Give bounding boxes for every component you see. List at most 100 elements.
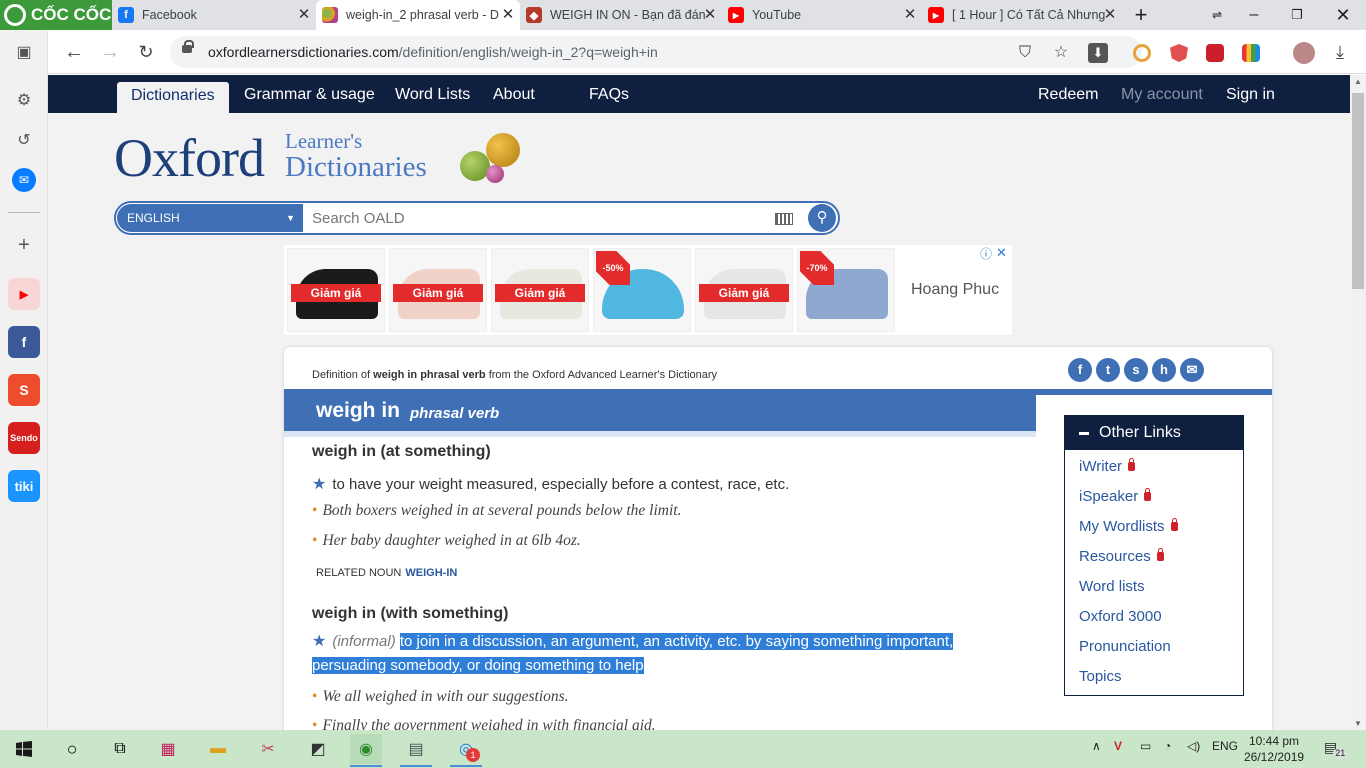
battery-icon[interactable]: ▭	[1140, 739, 1151, 753]
sticky-notes-icon[interactable]: ◩	[302, 734, 334, 764]
file-explorer-icon[interactable]: ▬	[202, 734, 234, 764]
facebook-share-icon[interactable]: f	[1068, 358, 1092, 382]
system-clock[interactable]: 10:44 pm 26/12/2019	[1244, 733, 1304, 765]
nav-faqs[interactable]: FAQs	[589, 75, 629, 113]
coccoc-extension-icon[interactable]	[1133, 44, 1151, 62]
ad-info-icon[interactable]: ⓘ	[980, 245, 992, 262]
other-links-header[interactable]: Other Links	[1065, 416, 1243, 450]
ad-product-card[interactable]: -50%	[593, 248, 691, 332]
ad-product-card[interactable]: Giảm giá	[491, 248, 589, 332]
ad-brand-name[interactable]: Hoang Phuc	[911, 281, 999, 299]
tab-youtube[interactable]: ▶ YouTube ✕	[722, 0, 922, 30]
wifi-icon[interactable]: ◔	[1164, 739, 1171, 753]
messenger-icon[interactable]: ✉	[12, 168, 36, 192]
minimize-button[interactable]: –	[1240, 4, 1268, 26]
ad-product-card[interactable]: Giảm giá	[287, 248, 385, 332]
link-resources[interactable]: Resources	[1079, 548, 1164, 565]
task-view-icon[interactable]: ⧉	[104, 734, 136, 764]
sense-shortcut: weigh in (at something)	[312, 443, 491, 460]
zalo-taskbar-icon[interactable]: ◎ 1	[450, 734, 482, 767]
advertisement-banner[interactable]: Giảm giá Giảm giá Giảm giá -50% Giảm giá…	[284, 245, 1012, 335]
youtube-app-icon[interactable]: ▶	[8, 278, 40, 310]
keyboard-icon[interactable]	[775, 213, 793, 225]
oxford-logo[interactable]: Oxford Learner's Dictionaries	[114, 125, 554, 195]
scrollbar-thumb[interactable]	[1352, 93, 1364, 289]
forward-arrow-icon[interactable]: →	[98, 40, 122, 64]
close-tab-icon[interactable]: ✕	[1102, 7, 1118, 23]
page-scrollbar[interactable]: ▲ ▼	[1350, 75, 1366, 730]
link-topics[interactable]: Topics	[1079, 668, 1122, 685]
action-center-icon[interactable]: ▤21	[1324, 739, 1351, 758]
tiki-app-icon[interactable]: tiki	[8, 470, 40, 502]
ad-product-card[interactable]: Giảm giá	[695, 248, 793, 332]
nav-dictionaries[interactable]: Dictionaries	[117, 82, 229, 113]
coccoc-menu-button[interactable]: CỐC CỐC	[0, 0, 112, 30]
ad-close-icon[interactable]: ✕	[996, 245, 1007, 261]
tab-weigh-in-on[interactable]: ◆ WEIGH IN ON - Bạn đã đán ✕	[520, 0, 722, 30]
chevron-up-icon[interactable]: ∧	[1092, 739, 1101, 753]
link-word-lists[interactable]: Word lists	[1079, 578, 1145, 595]
link-oxford-3000[interactable]: Oxford 3000	[1079, 608, 1162, 625]
tab-title: Facebook	[142, 8, 197, 22]
ad-product-card[interactable]: Giảm giá	[389, 248, 487, 332]
related-noun-link[interactable]: weigh-in	[405, 567, 457, 579]
email-share-icon[interactable]: ✉	[1180, 358, 1204, 382]
link-ispeaker[interactable]: iSpeaker	[1079, 488, 1152, 505]
nav-word-lists[interactable]: Word Lists	[395, 75, 470, 113]
sidebar-toggle-icon[interactable]: ▣	[12, 40, 36, 64]
sendo-app-icon[interactable]: Sendo	[8, 422, 40, 454]
bookmark-star-icon[interactable]: ☆	[1051, 43, 1071, 63]
tab-oxford[interactable]: weigh-in_2 phrasal verb - D ✕	[316, 0, 520, 30]
facebook-app-icon[interactable]: f	[8, 326, 40, 358]
shopee-app-icon[interactable]: S	[8, 374, 40, 406]
reload-icon[interactable]: ↻	[134, 40, 158, 64]
tab-search-icon[interactable]: ⇌	[1203, 4, 1231, 26]
settings-gear-icon[interactable]: ⚙	[12, 88, 36, 112]
app-taskbar-icon[interactable]: ▤	[400, 734, 432, 767]
tab-facebook[interactable]: f Facebook ✕	[112, 0, 316, 30]
tab-youtube-music[interactable]: ▶ [ 1 Hour ] Có Tất Cả Nhưng ✕	[922, 0, 1122, 30]
download-page-icon[interactable]: ⬇	[1088, 43, 1108, 63]
color-extension-icon[interactable]	[1242, 44, 1260, 62]
stumbleupon-share-icon[interactable]: s	[1124, 358, 1148, 382]
adblock-extension-icon[interactable]	[1170, 44, 1188, 62]
close-tab-icon[interactable]: ✕	[702, 7, 718, 23]
red-extension-icon[interactable]	[1206, 44, 1224, 62]
ad-product-card[interactable]: -70%	[797, 248, 895, 332]
nav-about[interactable]: About	[493, 75, 535, 113]
link-iwriter[interactable]: iWriter	[1079, 458, 1136, 475]
twitter-share-icon[interactable]: t	[1096, 358, 1120, 382]
history-icon[interactable]: ↺	[12, 128, 36, 152]
close-window-button[interactable]: ✕	[1329, 4, 1357, 26]
calculator-app-icon[interactable]: ▦	[152, 734, 184, 764]
address-bar[interactable]: oxfordlearnersdictionaries.com/definitio…	[170, 36, 1142, 68]
nav-sign-in[interactable]: Sign in	[1226, 75, 1275, 113]
close-tab-icon[interactable]: ✕	[500, 7, 516, 23]
close-tab-icon[interactable]: ✕	[902, 7, 918, 23]
back-arrow-icon[interactable]: ←	[62, 40, 86, 64]
search-circle-icon[interactable]: ○	[56, 734, 88, 764]
profile-avatar[interactable]	[1293, 42, 1315, 64]
add-app-icon[interactable]: +	[12, 233, 36, 257]
close-tab-icon[interactable]: ✕	[296, 7, 312, 23]
coccoc-taskbar-icon[interactable]: ◉	[350, 734, 382, 767]
downloads-icon[interactable]: ⤓	[1328, 40, 1352, 64]
link-my-wordlists[interactable]: My Wordlists	[1079, 518, 1178, 535]
language-select[interactable]: ENGLISH ▼	[117, 204, 303, 232]
search-button[interactable]: ⚲	[808, 204, 836, 232]
restore-button[interactable]: ❐	[1283, 4, 1311, 26]
unikey-icon[interactable]: V	[1114, 739, 1122, 753]
search-input[interactable]: Search OALD	[312, 210, 405, 227]
windows-start-icon[interactable]	[8, 734, 40, 764]
nav-my-account[interactable]: My account	[1121, 75, 1203, 113]
snipping-tool-icon[interactable]: ✂	[252, 734, 284, 764]
new-tab-button[interactable]: +	[1127, 4, 1155, 26]
link-pronunciation[interactable]: Pronunciation	[1079, 638, 1171, 655]
language-indicator[interactable]: ENG	[1212, 739, 1238, 753]
nav-grammar-usage[interactable]: Grammar & usage	[244, 75, 375, 113]
shield-icon[interactable]: ⛉	[1015, 43, 1035, 63]
volume-icon[interactable]: ◁)	[1187, 739, 1200, 753]
nav-redeem[interactable]: Redeem	[1038, 75, 1098, 113]
url-text[interactable]: oxfordlearnersdictionaries.com/definitio…	[208, 44, 658, 60]
hatena-share-icon[interactable]: h	[1152, 358, 1176, 382]
